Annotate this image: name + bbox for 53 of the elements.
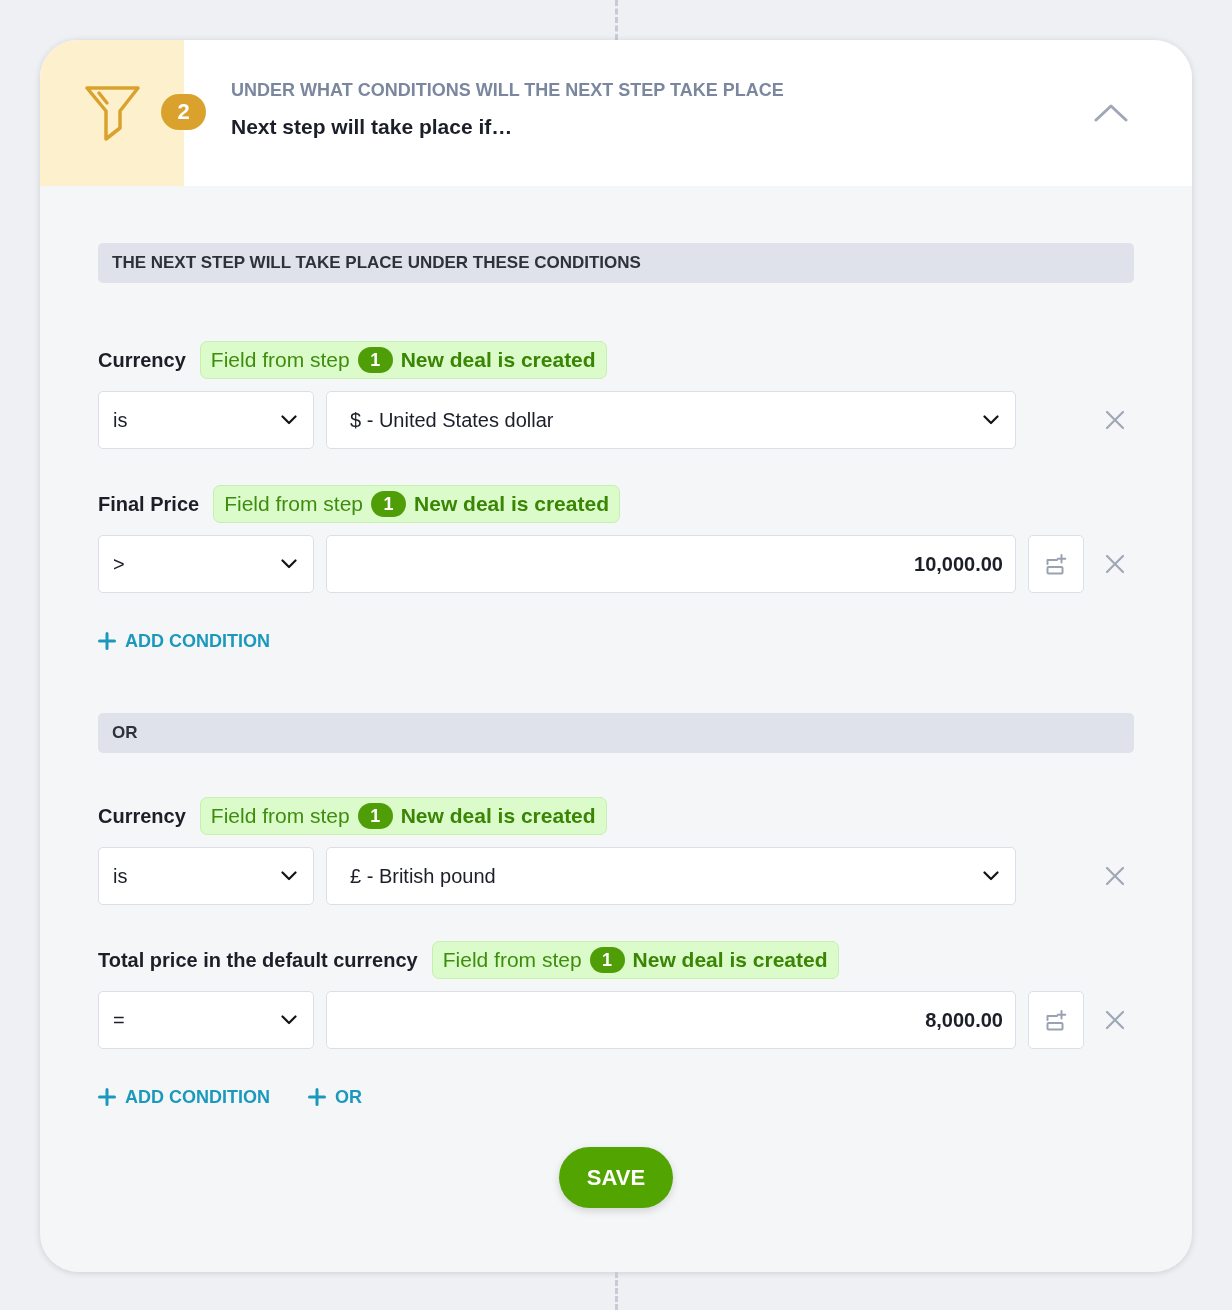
collapse-button[interactable] xyxy=(1094,104,1128,122)
plus-icon xyxy=(98,1088,116,1106)
source-step-name: New deal is created xyxy=(400,804,596,828)
source-prefix: Field from step xyxy=(442,948,582,972)
chevron-down-icon xyxy=(983,871,999,881)
remove-condition-button[interactable] xyxy=(1105,1010,1125,1030)
plus-icon xyxy=(98,632,116,650)
step-number-badge: 2 xyxy=(161,94,206,130)
insert-field-button[interactable] xyxy=(1028,535,1084,593)
step-badge: 1 xyxy=(371,491,407,517)
field-label: Total price in the default currency xyxy=(98,948,418,972)
group-heading: OR xyxy=(98,713,1134,753)
chevron-down-icon xyxy=(983,415,999,425)
close-icon xyxy=(1105,554,1125,574)
source-step-name: New deal is created xyxy=(414,492,609,516)
value-input[interactable]: 10,000.00 xyxy=(326,535,1016,593)
close-icon xyxy=(1105,410,1125,430)
remove-condition-button[interactable] xyxy=(1105,554,1125,574)
operator-select[interactable]: = xyxy=(98,991,314,1049)
chevron-down-icon xyxy=(281,415,297,425)
connector-line xyxy=(615,1272,618,1310)
value-input[interactable]: 8,000.00 xyxy=(326,991,1016,1049)
field-plus-icon xyxy=(1045,553,1067,575)
remove-condition-button[interactable] xyxy=(1105,866,1125,886)
step-subtitle: UNDER WHAT CONDITIONS WILL THE NEXT STEP TAKE PLACE xyxy=(231,79,784,101)
value-select[interactable]: £ - British pound xyxy=(326,847,1016,905)
source-prefix: Field from step xyxy=(210,804,350,828)
operator-select[interactable]: is xyxy=(98,391,314,449)
value-select[interactable]: $ - United States dollar xyxy=(326,391,1016,449)
operator-select[interactable]: is xyxy=(98,847,314,905)
insert-field-button[interactable] xyxy=(1028,991,1084,1049)
field-label: Currency xyxy=(98,804,186,828)
plus-icon xyxy=(308,1088,326,1106)
step-title: Next step will take place if… xyxy=(231,114,513,140)
close-icon xyxy=(1105,1010,1125,1030)
chevron-down-icon xyxy=(281,871,297,881)
field-label: Currency xyxy=(98,348,186,372)
step-badge: 1 xyxy=(589,947,625,973)
source-step-name: New deal is created xyxy=(632,948,828,972)
source-prefix: Field from step xyxy=(224,492,364,516)
step-badge: 1 xyxy=(357,347,393,373)
funnel-icon xyxy=(84,85,140,141)
source-prefix: Field from step xyxy=(210,348,350,372)
field-plus-icon xyxy=(1045,1009,1067,1031)
step-badge: 1 xyxy=(357,803,393,829)
chevron-down-icon xyxy=(281,559,297,569)
remove-condition-button[interactable] xyxy=(1105,410,1125,430)
operator-select[interactable]: > xyxy=(98,535,314,593)
group-heading: THE NEXT STEP WILL TAKE PLACE UNDER THESE CONDITIONS xyxy=(98,243,1134,283)
source-step-name: New deal is created xyxy=(400,348,596,372)
chevron-down-icon xyxy=(281,1015,297,1025)
close-icon xyxy=(1105,866,1125,886)
field-label: Final Price xyxy=(98,492,200,516)
